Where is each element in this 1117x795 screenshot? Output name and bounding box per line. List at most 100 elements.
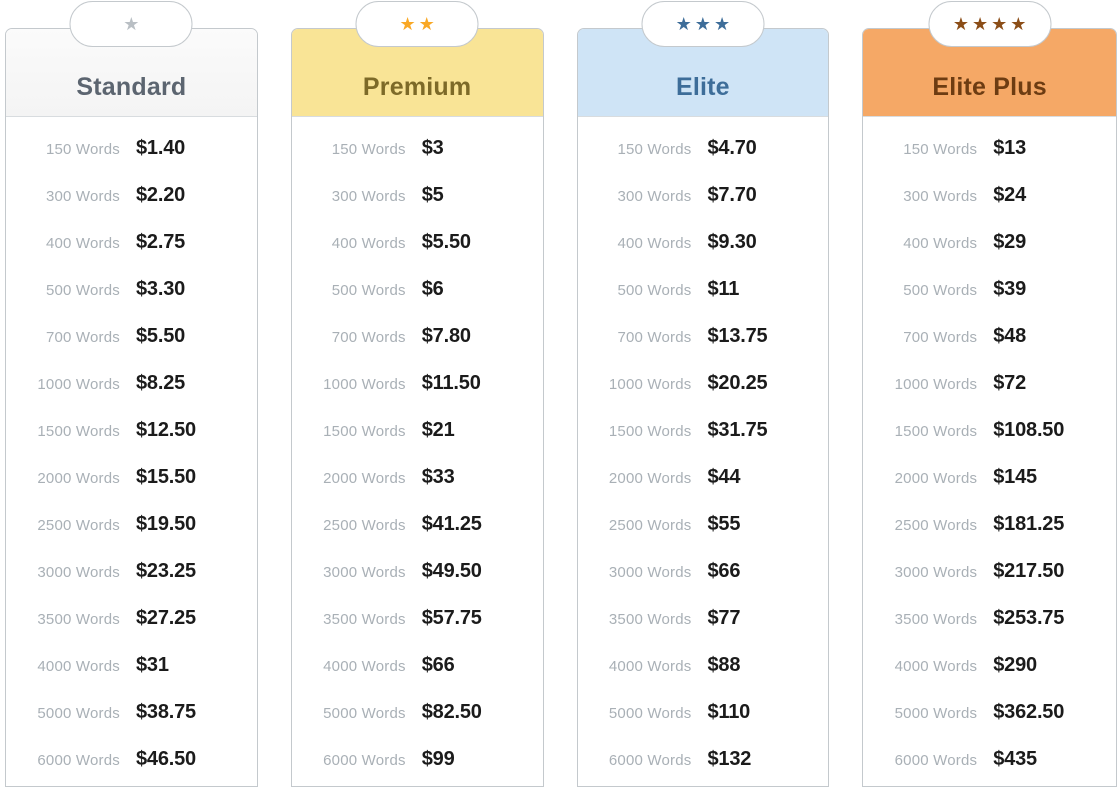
price-value: $3.30: [134, 278, 257, 301]
plan-badge-elite-plus: ★★★★: [928, 1, 1051, 47]
word-count-label: 1000 Words: [292, 376, 420, 393]
price-row: 2500 Words$181.25: [863, 513, 1116, 560]
price-value: $41.25: [420, 513, 543, 536]
price-row: 500 Words$39: [863, 278, 1116, 325]
word-count-label: 1000 Words: [578, 376, 706, 393]
price-value: $39: [991, 278, 1116, 301]
word-count-label: 400 Words: [578, 235, 706, 252]
price-value: $5.50: [420, 231, 543, 254]
price-value: $12.50: [134, 419, 257, 442]
price-value: $66: [706, 560, 829, 583]
price-row: 1000 Words$20.25: [578, 372, 829, 419]
price-value: $145: [991, 466, 1116, 489]
price-value: $31: [134, 654, 257, 677]
word-count-label: 3000 Words: [863, 564, 991, 581]
price-row: 2500 Words$55: [578, 513, 829, 560]
word-count-label: 150 Words: [578, 141, 706, 158]
word-count-label: 500 Words: [6, 282, 134, 299]
price-row: 300 Words$5: [292, 184, 543, 231]
price-value: $21: [420, 419, 543, 442]
price-row: 400 Words$9.30: [578, 231, 829, 278]
price-value: $46.50: [134, 748, 257, 771]
word-count-label: 300 Words: [863, 188, 991, 205]
word-count-label: 2000 Words: [6, 470, 134, 487]
plan-card-elite[interactable]: ★★★ Elite 150 Words$4.70300 Words$7.7040…: [577, 28, 830, 787]
price-row: 500 Words$11: [578, 278, 829, 325]
price-value: $2.75: [134, 231, 257, 254]
word-count-label: 5000 Words: [863, 705, 991, 722]
price-row-list-elite-plus: 150 Words$13300 Words$24400 Words$29500 …: [863, 137, 1116, 795]
price-value: $38.75: [134, 701, 257, 724]
word-count-label: 2000 Words: [578, 470, 706, 487]
word-count-label: 4000 Words: [863, 658, 991, 675]
word-count-label: 1500 Words: [292, 423, 420, 440]
word-count-label: 500 Words: [292, 282, 420, 299]
price-row-list-premium: 150 Words$3300 Words$5400 Words$5.50500 …: [292, 137, 543, 795]
price-row: 3000 Words$23.25: [6, 560, 257, 607]
word-count-label: 4000 Words: [6, 658, 134, 675]
price-row: 3500 Words$27.25: [6, 607, 257, 654]
price-row: 500 Words$3.30: [6, 278, 257, 325]
word-count-label: 1500 Words: [578, 423, 706, 440]
price-value: $6: [420, 278, 543, 301]
word-count-label: 150 Words: [6, 141, 134, 158]
word-count-label: 2500 Words: [292, 517, 420, 534]
word-count-label: 5000 Words: [6, 705, 134, 722]
word-count-label: 400 Words: [292, 235, 420, 252]
plan-title: Elite Plus: [932, 73, 1047, 102]
plan-title: Elite: [676, 73, 730, 102]
word-count-label: 3500 Words: [6, 611, 134, 628]
word-count-label: 1500 Words: [863, 423, 991, 440]
price-row: 3000 Words$217.50: [863, 560, 1116, 607]
star-icon: ★: [714, 15, 730, 33]
star-rating-standard: ★: [123, 15, 139, 33]
word-count-label: 300 Words: [292, 188, 420, 205]
word-count-label: 3500 Words: [578, 611, 706, 628]
price-value: $13: [991, 137, 1116, 160]
plan-card-premium[interactable]: ★★ Premium 150 Words$3300 Words$5400 Wor…: [291, 28, 544, 787]
word-count-label: 3000 Words: [6, 564, 134, 581]
star-icon: ★: [695, 15, 711, 33]
price-row: 4000 Words$88: [578, 654, 829, 701]
price-row: 150 Words$1.40: [6, 137, 257, 184]
price-row: 2500 Words$41.25: [292, 513, 543, 560]
price-row: 5000 Words$82.50: [292, 701, 543, 748]
price-row: 2000 Words$44: [578, 466, 829, 513]
price-value: $19.50: [134, 513, 257, 536]
star-rating-elite-plus: ★★★★: [953, 15, 1027, 33]
word-count-label: 500 Words: [863, 282, 991, 299]
price-value: $108.50: [991, 419, 1116, 442]
word-count-label: 3500 Words: [292, 611, 420, 628]
price-value: $3: [420, 137, 543, 160]
price-row: 1000 Words$11.50: [292, 372, 543, 419]
pricing-table: ★ Standard 150 Words$1.40300 Words$2.204…: [0, 0, 1117, 787]
star-rating-elite: ★★★: [676, 15, 730, 33]
price-value: $15.50: [134, 466, 257, 489]
price-value: $253.75: [991, 607, 1116, 630]
word-count-label: 6000 Words: [863, 752, 991, 769]
word-count-label: 400 Words: [6, 235, 134, 252]
word-count-label: 700 Words: [578, 329, 706, 346]
price-value: $132: [706, 748, 829, 771]
plan-card-standard[interactable]: ★ Standard 150 Words$1.40300 Words$2.204…: [5, 28, 258, 787]
plan-card-elite-plus[interactable]: ★★★★ Elite Plus 150 Words$13300 Words$24…: [862, 28, 1117, 787]
price-value: $7.80: [420, 325, 543, 348]
price-row-list-elite: 150 Words$4.70300 Words$7.70400 Words$9.…: [578, 137, 829, 795]
star-icon: ★: [972, 15, 988, 33]
price-value: $29: [991, 231, 1116, 254]
star-icon: ★: [399, 15, 415, 33]
price-row: 3500 Words$57.75: [292, 607, 543, 654]
price-row: 500 Words$6: [292, 278, 543, 325]
word-count-label: 1500 Words: [6, 423, 134, 440]
word-count-label: 500 Words: [578, 282, 706, 299]
plan-card-list: ★ Standard 150 Words$1.40300 Words$2.204…: [0, 0, 1117, 787]
plan-badge-elite: ★★★: [641, 1, 764, 47]
price-value: $217.50: [991, 560, 1116, 583]
price-row: 1000 Words$72: [863, 372, 1116, 419]
price-row: 4000 Words$66: [292, 654, 543, 701]
price-value: $33: [420, 466, 543, 489]
price-value: $55: [706, 513, 829, 536]
word-count-label: 400 Words: [863, 235, 991, 252]
price-row: 6000 Words$132: [578, 748, 829, 795]
price-value: $181.25: [991, 513, 1116, 536]
